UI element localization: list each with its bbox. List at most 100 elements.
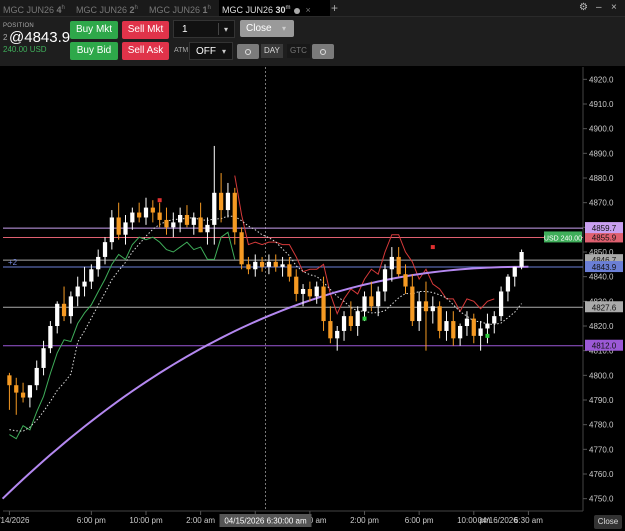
candle-body [225, 192, 231, 211]
candle-body [287, 264, 292, 277]
y-tick-label: 4890.0 [589, 149, 614, 158]
candle-body [164, 219, 169, 228]
candle-body [478, 328, 483, 336]
candle-body [55, 303, 60, 326]
candle-body [178, 215, 183, 223]
y-tick-label: 4910.0 [589, 100, 614, 109]
candle-body [430, 306, 435, 312]
candle-body [89, 269, 94, 282]
y-tick-label: 4900.0 [589, 125, 614, 134]
candle-body [273, 261, 278, 267]
x-tick-label: 6:30 am [514, 516, 543, 525]
close-bottom-button[interactable]: Close [594, 515, 622, 529]
candle-body [335, 330, 340, 339]
candle-body [150, 207, 155, 213]
plot-area [3, 67, 583, 511]
candle-body [314, 286, 319, 297]
price-level-tag-label: 4859.7 [592, 224, 617, 233]
y-tick-label: 4780.0 [589, 421, 614, 430]
candle-body [191, 217, 196, 225]
position-marker: +2 [8, 258, 18, 267]
pnl-tag-label: USD 240.00 [544, 235, 582, 242]
candle-body [444, 321, 449, 331]
y-tick-label: 4800.0 [589, 371, 614, 380]
candle-body [61, 303, 67, 317]
signal-dot [157, 198, 162, 203]
candle-body [458, 326, 463, 339]
y-tick-label: 4760.0 [589, 470, 614, 479]
candle-body [218, 192, 224, 211]
x-tick-label: 04/14/2026 [0, 516, 30, 525]
candle-body [123, 222, 128, 235]
candle-body [492, 316, 497, 324]
y-tick-label: 4880.0 [589, 174, 614, 183]
price-chart[interactable]: 4920.04910.04900.04890.04880.04870.04860… [0, 0, 625, 531]
candle-body [403, 274, 408, 287]
crosshair-label: 04/15/2026 6:30:00 am [224, 517, 307, 526]
candle-body [307, 289, 313, 297]
candle-body [280, 264, 285, 267]
candle-body [294, 276, 299, 294]
candle-body [451, 321, 456, 339]
x-tick-label: 10:00 pm [129, 516, 163, 525]
candle-body [328, 321, 333, 339]
candle-body [82, 281, 87, 287]
candle-body [498, 291, 504, 317]
candle-body [355, 311, 360, 326]
candle-body [266, 261, 272, 267]
price-level-tag-label: 4812.0 [592, 342, 617, 351]
candle-body [321, 286, 326, 322]
candle-body [34, 367, 39, 386]
candle-body [157, 212, 162, 220]
candle-body [130, 212, 135, 223]
candle-body [376, 291, 381, 307]
candle-body [232, 192, 237, 233]
candle-body [137, 212, 142, 218]
candle-body [389, 256, 394, 270]
y-tick-label: 4840.0 [589, 273, 614, 282]
x-date-label: 04/16/2026 [478, 516, 519, 525]
candle-body [239, 232, 244, 265]
signal-dot [430, 245, 435, 250]
candle-body [519, 252, 524, 267]
x-tick-label: 6:00 pm [405, 516, 434, 525]
x-tick-label: 2:00 am [186, 516, 215, 525]
candle-body [396, 256, 401, 275]
candle-body [437, 306, 442, 331]
candle-body [485, 323, 490, 329]
candle-body [423, 301, 429, 312]
candle-body [7, 375, 12, 386]
y-tick-label: 4820.0 [589, 322, 614, 331]
signal-dot [485, 333, 490, 338]
candle-body [48, 326, 53, 349]
candle-body [348, 316, 353, 326]
y-tick-label: 4750.0 [589, 495, 614, 504]
candle-body [410, 286, 415, 322]
candle-body [471, 318, 476, 336]
candle-body [198, 217, 203, 233]
candle-body [246, 264, 251, 270]
candle-body [362, 296, 367, 312]
candle-body [14, 385, 19, 393]
candle-body [505, 276, 511, 292]
price-level-tag-label: 4855.9 [592, 233, 617, 242]
x-tick-label: 6:00 pm [77, 516, 106, 525]
candle-body [341, 316, 347, 331]
y-tick-label: 4870.0 [589, 199, 614, 208]
candle-body [96, 256, 101, 270]
price-level-tag-label: 4843.9 [592, 263, 617, 272]
y-tick-label: 4920.0 [589, 75, 614, 84]
x-tick-label: 2:00 pm [350, 516, 379, 525]
candle-body [259, 261, 265, 267]
candle-body [417, 301, 422, 322]
candle-body [171, 222, 176, 228]
candle-body [464, 318, 470, 326]
candle-body [75, 286, 80, 297]
candle-body [382, 269, 388, 292]
candle-body [20, 392, 26, 398]
candle-body [143, 207, 149, 218]
candle-body [300, 289, 306, 294]
candle-body [212, 192, 217, 225]
candle-body [253, 261, 258, 270]
candle-body [102, 242, 108, 257]
